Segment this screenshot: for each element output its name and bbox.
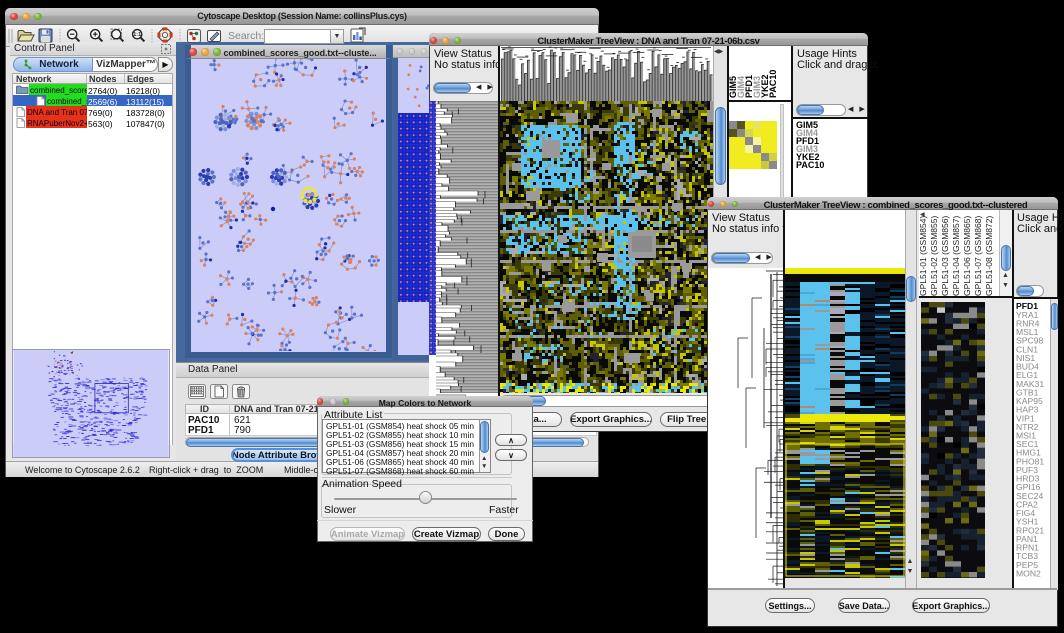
svg-text:GPL51-08 (GSM872): GPL51-08 (GSM872) [984, 216, 994, 296]
svg-text:GPL51-02 (GSM855): GPL51-02 (GSM855) [929, 216, 939, 296]
svg-text:GPL51-04 (GSM857): GPL51-04 (GSM857) [951, 216, 961, 296]
svg-text:GPL51-01 (GSM854): GPL51-01 (GSM854) [919, 216, 928, 296]
svg-text:GPL51-07 (GSM868): GPL51-07 (GSM868) [973, 216, 983, 296]
svg-text:1:1: 1:1 [133, 32, 141, 38]
svg-text:PAC10: PAC10 [768, 70, 778, 98]
svg-text:MON2: MON2 [1016, 568, 1041, 578]
svg-text:GPL51-03 (GSM856): GPL51-03 (GSM856) [940, 216, 950, 296]
svg-text:GPL51-06 (GSM865): GPL51-06 (GSM865) [962, 216, 972, 296]
